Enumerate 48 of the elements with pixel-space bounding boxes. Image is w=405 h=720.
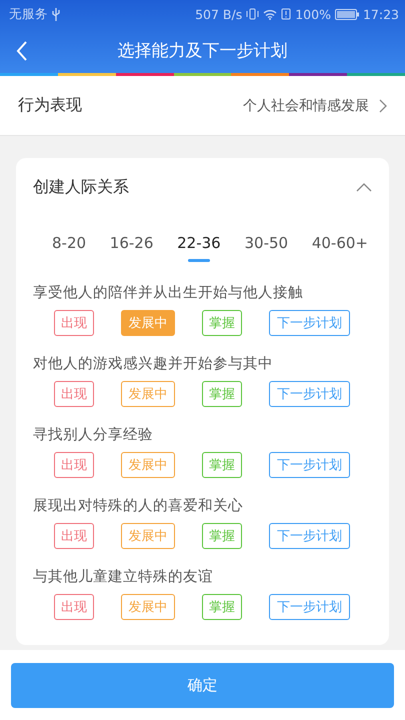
- status-option[interactable]: 下一步计划: [269, 452, 350, 478]
- confirm-button[interactable]: 确定: [11, 662, 394, 708]
- category-row[interactable]: 行为表现 个人社会和情感发展: [0, 76, 405, 136]
- clock-time: 17:23: [362, 6, 399, 22]
- age-tab[interactable]: 40-60+: [312, 234, 368, 262]
- status-option[interactable]: 发展中: [121, 310, 175, 336]
- status-option[interactable]: 出现: [54, 594, 94, 620]
- carrier-text: 无服务: [9, 6, 48, 22]
- status-option[interactable]: 发展中: [121, 452, 175, 478]
- status-option[interactable]: 下一步计划: [269, 594, 350, 620]
- vibrate-icon: [246, 8, 260, 20]
- battery-percent: 100%: [295, 6, 331, 22]
- status-option[interactable]: 掌握: [202, 310, 242, 336]
- sim-icon: [281, 8, 292, 20]
- status-option[interactable]: 下一步计划: [269, 381, 350, 407]
- status-option[interactable]: 发展中: [121, 594, 175, 620]
- chevron-up-icon[interactable]: [356, 182, 372, 192]
- skill-text: 展现出对特殊的人的喜爱和关心: [33, 496, 244, 516]
- status-option[interactable]: 发展中: [121, 523, 175, 549]
- age-tab[interactable]: 22-36: [177, 234, 221, 262]
- status-option[interactable]: 出现: [54, 452, 94, 478]
- section-title: 创建人际关系: [33, 176, 129, 198]
- battery-icon: [334, 8, 359, 20]
- usb-icon: [52, 8, 60, 20]
- skill-text: 享受他人的陪伴并从出生开始与他人接触: [33, 284, 304, 303]
- skill-text: 寻找别人分享经验: [33, 426, 154, 445]
- wifi-icon: [263, 8, 278, 20]
- status-option[interactable]: 出现: [54, 310, 94, 336]
- chevron-right-icon: [379, 98, 387, 112]
- skill-text: 与其他儿童建立特殊的友谊: [33, 568, 214, 587]
- status-option[interactable]: 下一步计划: [269, 523, 350, 549]
- status-option[interactable]: 掌握: [202, 594, 242, 620]
- category-label: 行为表现: [18, 95, 82, 116]
- status-option[interactable]: 出现: [54, 523, 94, 549]
- back-icon[interactable]: [16, 40, 28, 60]
- status-option[interactable]: 掌握: [202, 452, 242, 478]
- status-option[interactable]: 发展中: [121, 381, 175, 407]
- category-value: 个人社会和情感发展: [243, 96, 369, 114]
- skill-text: 对他人的游戏感兴趣并开始参与其中: [33, 355, 274, 374]
- status-option[interactable]: 掌握: [202, 381, 242, 407]
- screen-title: 选择能力及下一步计划: [116, 40, 288, 62]
- status-option[interactable]: 掌握: [202, 523, 242, 549]
- status-option[interactable]: 出现: [54, 381, 94, 407]
- network-speed: 507 B/s: [195, 6, 242, 22]
- age-tab[interactable]: 8-20: [52, 234, 86, 262]
- status-option[interactable]: 下一步计划: [269, 310, 350, 336]
- age-tab[interactable]: 16-26: [110, 234, 154, 262]
- age-tab[interactable]: 30-50: [244, 234, 288, 262]
